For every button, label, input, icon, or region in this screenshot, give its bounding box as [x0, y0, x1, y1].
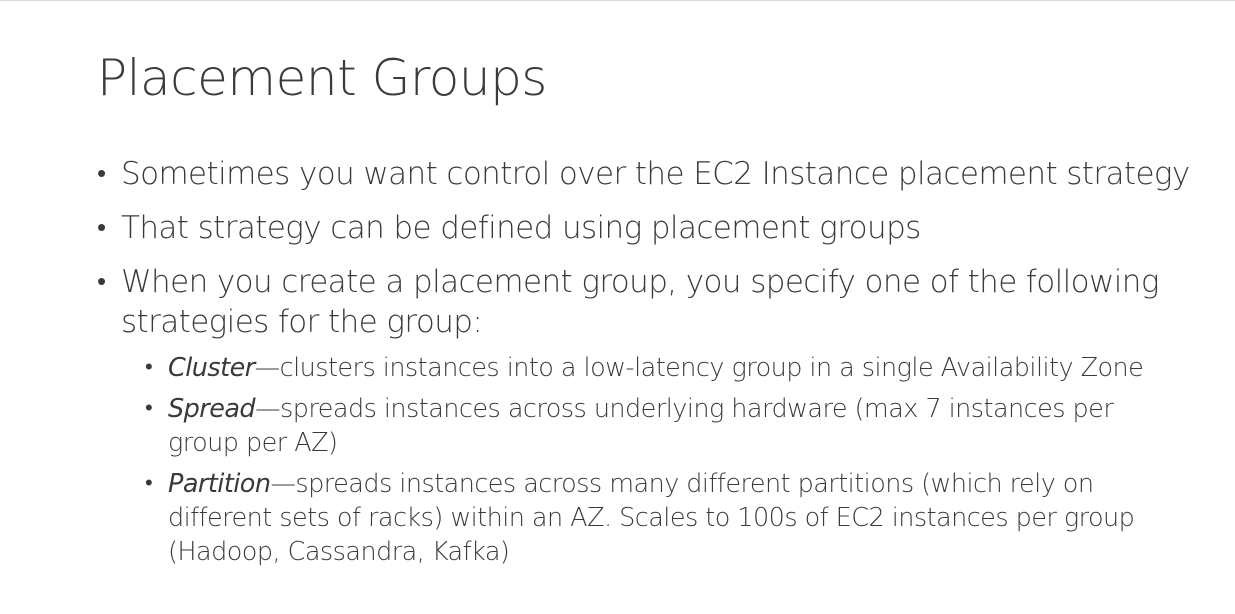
- bullet-item: • When you create a placement group, you…: [97, 262, 1207, 342]
- strategy-item-spread: • Spread—spreads instances across underl…: [145, 392, 1155, 460]
- strategy-name: Cluster: [168, 353, 255, 383]
- strategy-list-wrapper: • Cluster—clusters instances into a low-…: [97, 351, 1207, 569]
- strategy-name: Partition: [168, 469, 271, 499]
- bullet-dot-icon: •: [145, 396, 153, 421]
- strategy-description: —spreads instances across many different…: [168, 469, 1135, 567]
- bullet-text: Sometimes you want control over the EC2 …: [121, 156, 1190, 192]
- strategy-description: —clusters instances into a low-latency g…: [254, 353, 1144, 383]
- bullet-item: • Sometimes you want control over the EC…: [97, 154, 1207, 194]
- bullet-item: • That strategy can be defined using pla…: [97, 208, 1207, 248]
- strategy-list: • Cluster—clusters instances into a low-…: [145, 351, 1155, 569]
- strategy-item-partition: • Partition—spreads instances across man…: [145, 467, 1155, 569]
- bullet-dot-icon: •: [97, 267, 106, 297]
- bullet-dot-icon: •: [97, 159, 106, 189]
- bullet-text: That strategy can be defined using place…: [121, 210, 921, 246]
- bullet-dot-icon: •: [145, 471, 153, 496]
- strategy-description: —spreads instances across underlying har…: [168, 394, 1114, 458]
- strategy-item-cluster: • Cluster—clusters instances into a low-…: [145, 351, 1155, 385]
- strategy-list-container: • Cluster—clusters instances into a low-…: [97, 351, 1207, 576]
- bullet-text: When you create a placement group, you s…: [121, 264, 1159, 340]
- top-divider: [0, 0, 1235, 1]
- bullet-dot-icon: •: [97, 213, 106, 243]
- slide-title: Placement Groups: [97, 49, 547, 107]
- bullet-dot-icon: •: [145, 355, 153, 380]
- strategy-name: Spread: [168, 394, 256, 424]
- bullet-list: • Sometimes you want control over the EC…: [97, 154, 1207, 346]
